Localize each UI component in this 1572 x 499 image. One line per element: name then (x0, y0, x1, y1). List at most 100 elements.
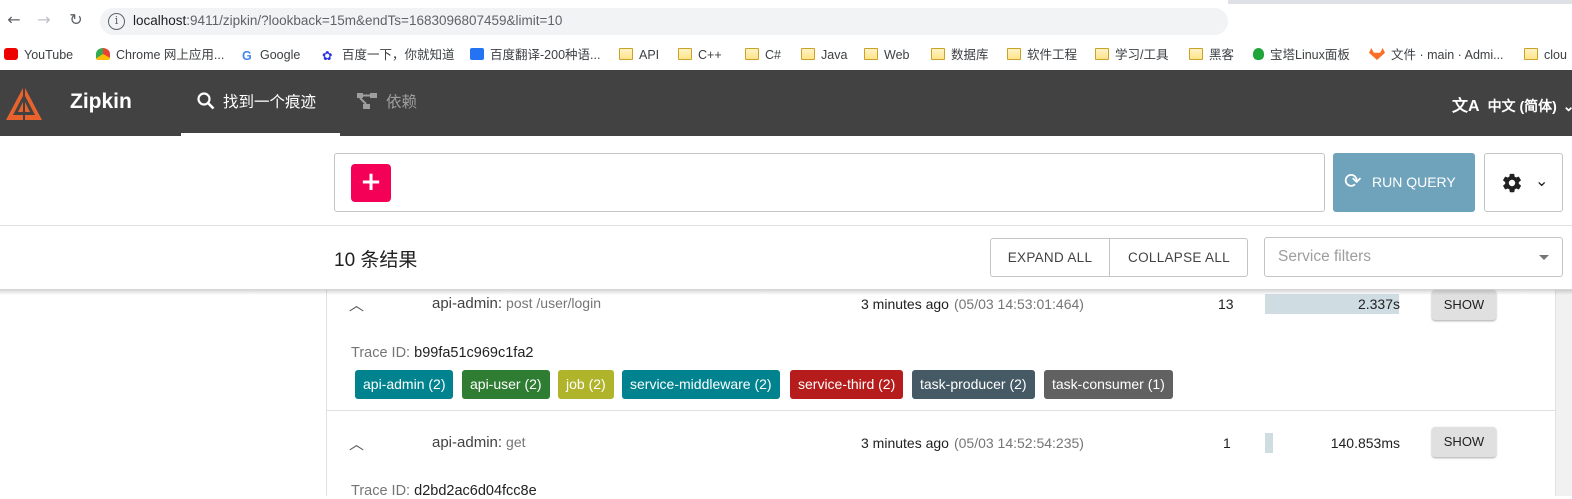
bookmark-label: 百度翻译-200种语... (490, 48, 601, 62)
results-count: 10 条结果 (334, 250, 418, 271)
zipkin-logo-icon[interactable] (4, 84, 44, 124)
url-text: localhost:9411/zipkin/?lookback=15m&endT… (133, 13, 563, 28)
search-icon (197, 92, 215, 110)
baidu-icon: ✿ (322, 49, 333, 63)
zipkin-header: Zipkin 找到一个痕迹 依赖 文A 中文 (简体) ⌄ (0, 70, 1572, 136)
trace-span-count: 13 (1218, 296, 1234, 312)
bookmark-item[interactable]: 宝塔Linux面板 (1253, 46, 1350, 64)
bookmark-item[interactable]: 黑客 (1189, 46, 1234, 64)
trace-service: api-admin: post /user/login (432, 295, 601, 312)
bookmark-label: Web (884, 48, 910, 62)
reload-icon[interactable]: ↻ (66, 10, 86, 30)
site-info-icon[interactable]: i (108, 13, 125, 30)
dependency-graph-icon (357, 93, 377, 109)
bookmark-item[interactable]: 百度翻译-200种语... (470, 46, 600, 64)
bookmark-label: C# (765, 48, 781, 62)
service-tag[interactable]: task-consumer (1) (1044, 370, 1173, 399)
gear-icon (1503, 173, 1521, 193)
back-arrow-icon[interactable]: ← (4, 10, 24, 30)
service-tag[interactable]: api-user (2) (462, 370, 550, 399)
collapse-all-button[interactable]: COLLAPSE ALL (1110, 239, 1248, 276)
expand-all-button[interactable]: EXPAND ALL (991, 239, 1110, 276)
bookmark-item[interactable]: G Google (242, 46, 300, 64)
trace-id: Trace ID: b99fa51c969c1fa2 (351, 345, 534, 361)
bookmark-item[interactable]: Chrome 网上应用... (96, 46, 224, 64)
folder-icon (864, 48, 878, 60)
bookmark-item[interactable]: Java (801, 46, 847, 64)
trace-duration-bar (1265, 433, 1273, 453)
chrome-web-store-icon (96, 48, 110, 60)
bookmark-item[interactable]: C++ (678, 46, 722, 64)
add-criteria-button[interactable]: + (351, 164, 391, 202)
youtube-icon (4, 48, 18, 60)
bookmark-item[interactable]: ✿ 百度一下，你就知道 (322, 46, 455, 64)
bookmark-label: 黑客 (1209, 48, 1235, 62)
service-tag[interactable]: service-third (2) (790, 370, 904, 399)
gitlab-icon (1369, 48, 1385, 60)
trace-operation: get (506, 434, 526, 450)
bookmark-item[interactable]: 文件 · main · Admi... (1369, 46, 1504, 64)
query-criteria-box[interactable]: + (334, 153, 1325, 212)
service-tag[interactable]: api-admin (2) (355, 370, 454, 399)
bookmark-item[interactable]: 学习/工具 (1095, 46, 1168, 64)
bookmark-label: 百度一下，你就知道 (342, 48, 455, 62)
folder-icon (1524, 48, 1538, 60)
chevron-down-icon: ⌄ (1535, 171, 1549, 190)
chevron-up-icon[interactable]: ︿ (349, 294, 365, 315)
bookmark-label: Chrome 网上应用... (116, 48, 225, 62)
service-tag[interactable]: service-middleware (2) (622, 370, 780, 399)
bookmark-label: clou (1544, 48, 1567, 62)
trace-duration: 2.337s (1357, 296, 1400, 312)
bookmark-item[interactable]: YouTube (4, 46, 73, 64)
trace-service: api-admin: get (432, 434, 526, 451)
bookmark-item[interactable]: 软件工程 (1007, 46, 1077, 64)
bookmark-item[interactable]: C# (745, 46, 781, 64)
bookmark-item[interactable]: Web (864, 46, 909, 64)
run-query-label: RUN QUERY (1372, 174, 1456, 190)
bookmark-item[interactable]: 数据库 (931, 46, 989, 64)
translate-icon: 文A (1452, 98, 1480, 115)
scrollbar[interactable] (1556, 290, 1572, 496)
folder-icon (678, 48, 692, 60)
show-trace-button[interactable]: SHOW (1432, 427, 1496, 457)
run-query-button[interactable]: ⟳ RUN QUERY (1333, 153, 1475, 212)
folder-icon (619, 48, 633, 60)
forward-arrow-icon[interactable]: → (34, 10, 54, 30)
trace-time: 3 minutes ago (05/03 14:53:01:464) (861, 296, 1084, 312)
trace-span-count: 1 (1223, 435, 1231, 451)
trace-duration: 140.853ms (1330, 435, 1400, 451)
baidu-translate-icon (470, 48, 484, 60)
tab-strip-edge (1228, 0, 1572, 4)
service-tag[interactable]: task-producer (2) (912, 370, 1035, 399)
row-divider (327, 410, 1557, 411)
url-field[interactable]: i localhost:9411/zipkin/?lookback=15m&en… (100, 8, 1228, 35)
baota-icon (1253, 48, 1264, 60)
service-filter-select[interactable]: Service filters (1264, 237, 1563, 277)
trace-list: ︿ api-admin: post /user/login 3 minutes a… (326, 290, 1557, 499)
tab-find-trace[interactable]: 找到一个痕迹 (181, 70, 340, 136)
folder-icon (801, 48, 815, 60)
bookmark-item[interactable]: clou (1524, 46, 1567, 64)
bookmark-label: Google (260, 48, 301, 62)
bookmark-label: YouTube (24, 48, 74, 62)
folder-icon (1007, 48, 1021, 60)
language-label: 中文 (简体) (1487, 98, 1557, 114)
bookmarks-bar: YouTube Chrome 网上应用... G Google ✿ 百度一下，你就知道 百度… (0, 40, 1572, 70)
chevron-up-icon[interactable]: ︿ (349, 433, 365, 454)
bookmark-item[interactable]: API (619, 46, 659, 64)
bookmark-label: C++ (698, 48, 722, 62)
tab-find-trace-label: 找到一个痕迹 (223, 94, 317, 111)
tab-dependencies-label: 依赖 (386, 94, 418, 111)
bookmark-label: API (639, 48, 660, 62)
tab-dependencies[interactable]: 依赖 (356, 70, 417, 136)
service-tag[interactable]: job (2) (558, 370, 614, 399)
bookmark-label: 宝塔Linux面板 (1270, 48, 1350, 62)
language-selector[interactable]: 文A 中文 (简体) ⌄ (1452, 92, 1572, 116)
bookmark-label: 文件 · main · Admi... (1391, 48, 1504, 62)
folder-icon (931, 48, 945, 60)
settings-button[interactable]: ⌄ (1484, 153, 1563, 212)
google-icon: G (242, 49, 252, 63)
expand-collapse-group: EXPAND ALL COLLAPSE ALL (990, 238, 1248, 277)
folder-icon (1189, 48, 1203, 60)
app-brand[interactable]: Zipkin (70, 90, 132, 114)
